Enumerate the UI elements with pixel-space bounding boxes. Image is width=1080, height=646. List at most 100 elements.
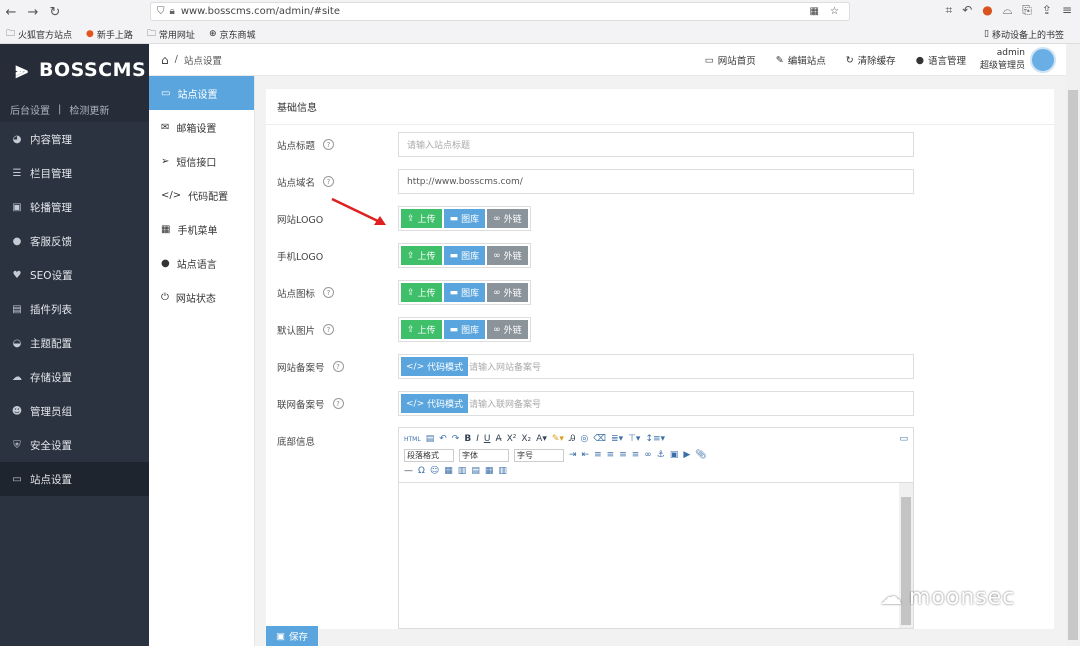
code-mode-button[interactable]: </> 代码模式: [401, 357, 468, 376]
sidebar-item-carousel[interactable]: ▣ 轮播管理: [0, 190, 149, 224]
sidebar-item-feedback[interactable]: ● 客服反馈: [0, 224, 149, 258]
library-button[interactable]: ▬ 图库: [443, 283, 486, 302]
page-scroll-thumb[interactable]: [1068, 90, 1078, 640]
split-icon[interactable]: ▥: [498, 466, 507, 476]
bookmark-item[interactable]: 🗀 火狐官方站点: [6, 26, 72, 42]
reload-icon[interactable]: ↻: [44, 2, 66, 22]
video-icon[interactable]: ▶: [683, 450, 690, 460]
bold-icon[interactable]: B: [464, 434, 471, 444]
rich-text-editor[interactable]: HTML ▤ ↶ ↷ B I U A̶ X² X₂ A▾ ✎▾ Ꭿ ◎ ⌫ ≣▾…: [398, 427, 914, 629]
bookmark-item[interactable]: ● 新手上路: [86, 28, 133, 41]
library-button[interactable]: ▬ 图库: [443, 209, 486, 228]
site-title-input[interactable]: 请输入站点标题: [398, 132, 914, 157]
library-button[interactable]: ▬ 图库: [443, 246, 486, 265]
table-row-icon[interactable]: ▥: [458, 466, 467, 476]
bookmark-item[interactable]: ⊕ 京东商城: [209, 28, 256, 41]
hat-icon[interactable]: ⌓: [1003, 3, 1013, 18]
clear-cache-link[interactable]: ↻ 清除缓存: [846, 53, 896, 68]
align-center-icon[interactable]: ≡: [607, 450, 615, 460]
sidebar-item-plugins[interactable]: ▤ 插件列表: [0, 292, 149, 326]
puzzle-icon[interactable]: ⎘: [1022, 3, 1032, 18]
icp-input[interactable]: </> 代码模式 请输入网站备案号: [398, 354, 914, 379]
line-height-icon[interactable]: ↕≡▾: [645, 434, 665, 444]
undo-icon[interactable]: ↶: [439, 434, 447, 444]
check-update-link[interactable]: 检测更新: [69, 102, 109, 117]
page-scrollbar[interactable]: [1066, 44, 1080, 646]
hr-icon[interactable]: —: [404, 466, 413, 476]
forward-icon[interactable]: →: [22, 2, 44, 22]
emoji-icon[interactable]: ☺: [430, 466, 439, 476]
sidebar-item-theme[interactable]: ◒ 主题配置: [0, 326, 149, 360]
merge-icon[interactable]: ▦: [485, 466, 494, 476]
strike-icon[interactable]: A̶: [495, 434, 501, 444]
align-right-icon[interactable]: ≡: [619, 450, 627, 460]
ltr-icon[interactable]: ⇥: [569, 450, 577, 460]
save-button[interactable]: ▣ 保存: [266, 626, 318, 646]
html-icon[interactable]: HTML: [404, 436, 421, 443]
sidebar-item-columns[interactable]: ☰ 栏目管理: [0, 156, 149, 190]
external-link-button[interactable]: ∞ 外链: [487, 209, 528, 228]
external-link-button[interactable]: ∞ 外链: [487, 320, 528, 339]
mobile-bookmarks[interactable]: ▯ 移动设备上的书签: [984, 28, 1064, 41]
submenu-item-site-settings[interactable]: ▭ 站点设置: [149, 76, 254, 110]
upload-button[interactable]: ⇪ 上传: [401, 283, 442, 302]
backend-settings-link[interactable]: 后台设置: [10, 102, 50, 117]
submenu-item-code[interactable]: </> 代码配置: [149, 178, 254, 212]
logo[interactable]: ⫸ BOSSCMS: [0, 44, 149, 96]
help-icon[interactable]: ?: [332, 361, 344, 372]
list-icon[interactable]: ≣▾: [611, 434, 623, 444]
paste-icon[interactable]: ▤: [426, 434, 435, 444]
anchor-icon[interactable]: ⚓: [657, 450, 665, 460]
subscript-icon[interactable]: X₂: [521, 434, 531, 444]
library-button[interactable]: ▬ 图库: [443, 320, 486, 339]
submenu-item-sms[interactable]: ➢ 短信接口: [149, 144, 254, 178]
help-icon[interactable]: ?: [323, 139, 335, 150]
upload-button[interactable]: ⇪ 上传: [401, 246, 442, 265]
undo-icon[interactable]: ↶: [962, 3, 972, 18]
sidebar-item-seo[interactable]: ♥ SEO设置: [0, 258, 149, 292]
align-icon[interactable]: ⊤▾: [628, 434, 640, 444]
language-manage-link[interactable]: ● 语言管理: [916, 53, 966, 68]
help-icon[interactable]: ?: [323, 176, 335, 187]
font-color-icon[interactable]: A▾: [536, 434, 547, 444]
edit-site-link[interactable]: ✎ 编辑站点: [776, 53, 826, 68]
table-icon[interactable]: ▦: [444, 466, 453, 476]
upload-button[interactable]: ⇪ 上传: [401, 209, 442, 228]
external-link-button[interactable]: ∞ 外链: [487, 283, 528, 302]
submenu-item-mobile-menu[interactable]: ▦ 手机菜单: [149, 212, 254, 246]
size-select[interactable]: 字号: [514, 448, 564, 462]
submenu-item-language[interactable]: ● 站点语言: [149, 246, 254, 280]
code-mode-button[interactable]: </> 代码模式: [401, 394, 468, 413]
help-icon[interactable]: ?: [323, 287, 335, 298]
home-icon[interactable]: ⌂: [161, 53, 169, 67]
domain-input[interactable]: http://www.bosscms.com/: [398, 169, 914, 194]
sidebar-item-storage[interactable]: ☁ 存储设置: [0, 360, 149, 394]
share-icon[interactable]: ⇪: [1042, 3, 1052, 18]
underline-icon[interactable]: U: [484, 434, 491, 444]
attachment-icon[interactable]: 📎︎: [695, 450, 706, 460]
align-left-icon[interactable]: ≡: [594, 450, 602, 460]
police-input[interactable]: </> 代码模式 请输入联网备案号: [398, 391, 914, 416]
help-icon[interactable]: ?: [332, 398, 344, 409]
italic-icon[interactable]: I: [476, 434, 479, 444]
sidebar-item-security[interactable]: ⛨ 安全设置: [0, 428, 149, 462]
redo-icon[interactable]: ↷: [452, 434, 460, 444]
qr-icon[interactable]: ▦: [810, 6, 819, 17]
omega-icon[interactable]: Ω: [418, 466, 425, 476]
user-menu[interactable]: admin 超级管理员: [980, 47, 1056, 73]
bookmark-item[interactable]: 🗀 常用网址: [147, 26, 195, 42]
crop-icon[interactable]: ⌗: [945, 3, 952, 18]
sidebar-item-content[interactable]: ◕ 内容管理: [0, 122, 149, 156]
image-icon[interactable]: ▣: [670, 450, 679, 460]
avatar[interactable]: [1030, 47, 1056, 73]
sidebar-item-admins[interactable]: ☻ 管理员组: [0, 394, 149, 428]
site-home-link[interactable]: ▭ 网站首页: [705, 53, 756, 68]
eraser-icon[interactable]: ⌫: [593, 434, 606, 444]
rtl-icon[interactable]: ⇤: [582, 450, 590, 460]
format-icon[interactable]: Ꭿ: [569, 434, 576, 444]
font-select[interactable]: 字体: [459, 448, 509, 462]
link-icon[interactable]: ∞: [644, 450, 652, 460]
paragraph-select[interactable]: 段落格式: [404, 448, 454, 462]
extension-icon[interactable]: ●: [982, 3, 992, 18]
submenu-item-mail[interactable]: ✉ 邮箱设置: [149, 110, 254, 144]
